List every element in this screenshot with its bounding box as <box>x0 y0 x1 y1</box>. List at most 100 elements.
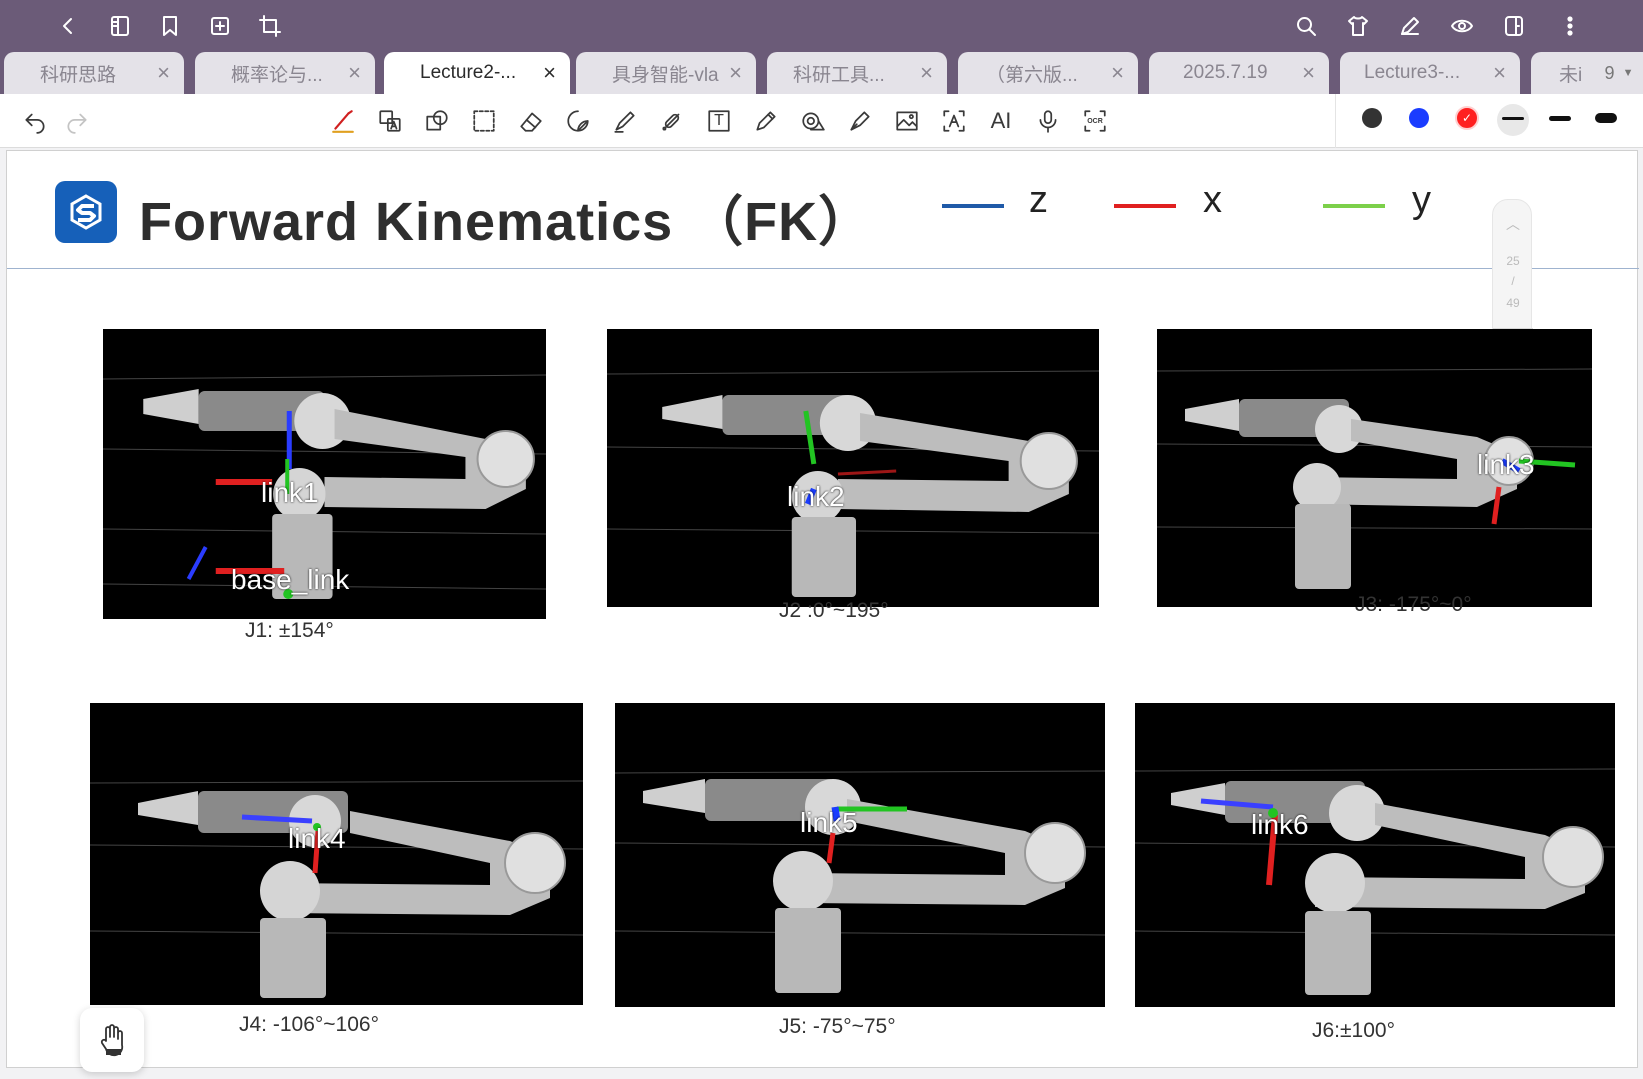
shirt-icon[interactable] <box>1342 10 1374 42</box>
link-label: link2 <box>787 481 845 512</box>
color-swatch-black[interactable] <box>1362 108 1382 128</box>
robot-panel-j6: link6 <box>1135 703 1615 1007</box>
chevron-up-icon[interactable]: ︿ <box>1506 214 1520 234</box>
tab-count-dropdown[interactable]: 9 ▼ <box>1595 52 1643 94</box>
page-separator: / <box>1511 274 1515 288</box>
joint-range-caption: J5: -75°~75° <box>779 1015 896 1038</box>
hand-icon <box>100 1024 124 1057</box>
split-view-icon[interactable] <box>1498 10 1530 42</box>
tab-label: Lecture3-... <box>1364 62 1461 83</box>
robot-arm-render <box>607 370 1099 597</box>
legend-z-line <box>942 204 1004 208</box>
legend-z-label: z <box>1029 179 1048 221</box>
close-icon[interactable]: × <box>157 60 170 86</box>
tab-item[interactable]: 2025.7.19 × <box>1149 52 1329 94</box>
ocr-icon[interactable]: OCR <box>1080 106 1110 136</box>
ai-assistant-icon[interactable]: AI <box>986 106 1016 136</box>
link-label: link5 <box>800 807 858 838</box>
app-top-bar <box>0 0 1643 52</box>
undo-icon[interactable] <box>20 106 50 136</box>
more-menu-icon[interactable] <box>1554 10 1586 42</box>
eye-icon[interactable] <box>1446 10 1478 42</box>
close-icon[interactable]: × <box>348 60 361 86</box>
joint-range-caption: J3: -175°~0° <box>1355 593 1472 616</box>
link-label: link4 <box>288 823 346 854</box>
text-box-icon[interactable]: T <box>704 106 734 136</box>
tab-item[interactable]: 科研思路 × <box>4 52 184 94</box>
document-page: Forward Kinematics （FK） z x y ︿ 25 / 49 … <box>6 150 1639 1068</box>
stroke-width-selected-bg <box>1497 104 1529 136</box>
legend-x-label: x <box>1203 179 1222 221</box>
hand-tool-button[interactable] <box>80 1008 144 1072</box>
legend-y-label: y <box>1412 179 1431 221</box>
tab-item[interactable]: （第六版... × <box>958 52 1138 94</box>
color-swatch-red-selected[interactable]: ✓ <box>1455 106 1479 130</box>
logo-mark-icon <box>70 194 102 230</box>
tab-label: 概率论与... <box>231 64 323 86</box>
pencil-icon[interactable] <box>751 106 781 136</box>
ocr-tool-label: OCR <box>1087 117 1103 125</box>
close-icon[interactable]: × <box>729 60 742 86</box>
legend-x-line <box>1114 204 1176 208</box>
tab-item[interactable]: 具身智能-vla × <box>576 52 756 94</box>
tab-item[interactable]: Lecture3-... × <box>1340 52 1520 94</box>
add-page-icon[interactable] <box>204 10 236 42</box>
legend-y-line <box>1323 204 1385 208</box>
stroke-width-medium[interactable] <box>1549 116 1571 121</box>
link-label: link1 <box>261 477 319 508</box>
tape-icon[interactable] <box>798 106 828 136</box>
tab-item[interactable]: 科研工具... × <box>767 52 947 94</box>
tab-label: Lecture2-... <box>420 62 517 83</box>
lasso-select-icon[interactable] <box>469 106 499 136</box>
robot-panel-j3: link3 <box>1157 329 1592 607</box>
tab-label: 具身智能-vla <box>612 64 719 86</box>
close-icon[interactable]: × <box>920 60 933 86</box>
bookmark-icon[interactable] <box>154 10 186 42</box>
close-icon[interactable]: × <box>543 60 556 86</box>
image-insert-icon[interactable] <box>892 106 922 136</box>
pen-edit-icon[interactable] <box>1394 10 1426 42</box>
joint-range-caption: J2 :0°~195° <box>779 599 889 622</box>
tab-label: 2025.7.19 <box>1183 62 1268 83</box>
text-tool-label: T <box>714 112 724 129</box>
search-icon[interactable] <box>1290 10 1322 42</box>
sidebar-toggle-icon[interactable] <box>104 10 136 42</box>
check-icon: ✓ <box>1461 111 1473 125</box>
joint-range-caption: J1: ±154° <box>245 619 334 642</box>
tab-bar: 科研思路 × 概率论与... × Lecture2-... × 具身智能-vla… <box>0 52 1643 94</box>
robot-panel-j2: link2 <box>607 329 1099 607</box>
close-icon[interactable]: × <box>1111 60 1124 86</box>
redo-icon[interactable] <box>62 106 92 136</box>
toolbar-divider <box>1335 94 1336 148</box>
close-icon[interactable]: × <box>1302 60 1315 86</box>
crop-icon[interactable] <box>254 10 286 42</box>
eraser-icon[interactable] <box>516 106 546 136</box>
robot-panel-j5: link5 <box>615 703 1105 1007</box>
company-logo <box>55 181 117 243</box>
tab-item-active[interactable]: Lecture2-... × <box>384 52 570 94</box>
color-swatch-blue[interactable] <box>1409 108 1429 128</box>
microphone-icon[interactable] <box>1033 106 1063 136</box>
tab-label: 科研思路 <box>40 64 117 86</box>
fountain-pen-icon[interactable] <box>845 106 875 136</box>
stroke-width-thin[interactable] <box>1502 117 1524 120</box>
sticker-icon[interactable] <box>563 106 593 136</box>
robot-arm-render <box>1135 768 1615 995</box>
tab-item[interactable]: 概率论与... × <box>195 52 375 94</box>
pen-tool-icon[interactable] <box>328 106 358 136</box>
translate-icon[interactable] <box>375 106 405 136</box>
text-recognition-icon[interactable] <box>939 106 969 136</box>
base-link-label: base_link <box>231 564 350 595</box>
tab-label: （第六版... <box>986 64 1078 86</box>
stroke-width-thick[interactable] <box>1595 113 1617 123</box>
link-label: link6 <box>1251 809 1309 840</box>
link-label: link3 <box>1477 449 1535 480</box>
close-icon[interactable]: × <box>1493 60 1506 86</box>
robot-panel-j4: link4 <box>90 703 583 1005</box>
page-current: 25 <box>1506 254 1520 268</box>
back-icon[interactable] <box>52 10 84 42</box>
highlighter-icon[interactable] <box>610 106 640 136</box>
laser-pointer-icon[interactable] <box>657 106 687 136</box>
ai-tool-label: AI <box>990 108 1012 133</box>
shape-tool-icon[interactable] <box>422 106 452 136</box>
